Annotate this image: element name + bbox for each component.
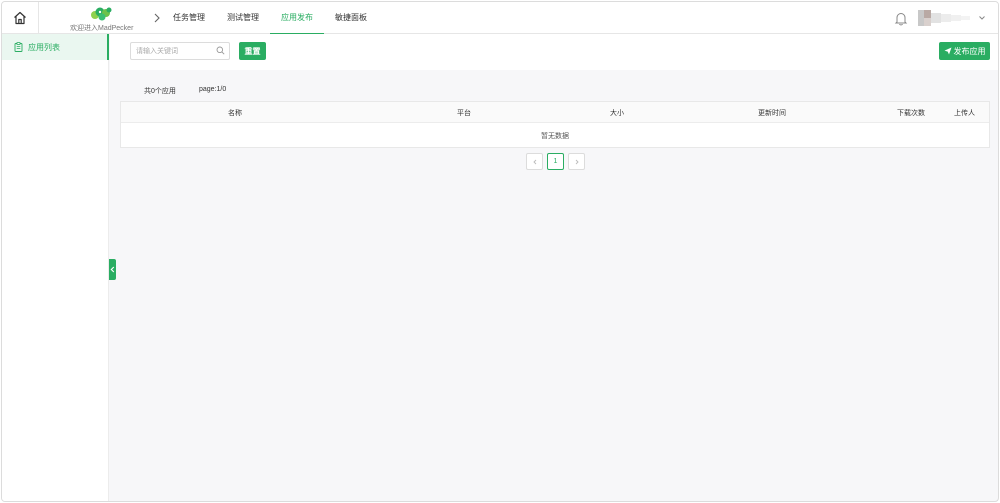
home-icon <box>14 11 26 25</box>
column-platform[interactable]: 平台 <box>457 108 471 118</box>
app-table: 名称 平台 大小 更新时间 下载次数 上传人 暂无数据 <box>120 101 990 148</box>
sidebar: 应用列表 <box>2 34 109 501</box>
nav-task-management[interactable]: 任务管理 <box>162 2 216 34</box>
avatar[interactable] <box>918 10 970 26</box>
nav-app-release[interactable]: 应用发布 <box>270 2 324 34</box>
search-icon[interactable] <box>216 46 225 55</box>
pagination: 1 <box>526 153 585 170</box>
top-header: 欢迎进入MadPecker 任务管理 测试管理 应用发布 敏捷面板 <box>2 2 998 34</box>
main-nav: 任务管理 测试管理 应用发布 敏捷面板 <box>162 2 378 34</box>
chevron-right-icon <box>154 13 160 23</box>
publish-app-label: 发布应用 <box>953 46 986 56</box>
nav-test-management[interactable]: 测试管理 <box>216 2 270 34</box>
table-header: 名称 平台 大小 更新时间 下载次数 上传人 <box>121 102 989 123</box>
prev-page-button[interactable] <box>526 153 543 170</box>
page-indicator: page:1/0 <box>199 86 227 93</box>
app-window: 欢迎进入MadPecker 任务管理 测试管理 应用发布 敏捷面板 应用列表 请… <box>1 1 999 502</box>
list-info: 共0个应用 page:1/0 <box>120 84 320 98</box>
search-input[interactable] <box>131 43 217 59</box>
sidebar-collapse-button[interactable] <box>109 259 116 280</box>
empty-state: 暂无数据 <box>541 133 569 140</box>
chevron-right-icon <box>575 159 579 164</box>
total-count: 共0个应用 <box>144 88 176 95</box>
brand[interactable]: 欢迎进入MadPecker <box>56 6 136 32</box>
madpecker-logo <box>91 7 112 21</box>
chevron-left-icon <box>532 159 536 164</box>
column-download-count[interactable]: 下载次数 <box>897 108 925 118</box>
send-icon <box>944 47 951 55</box>
column-uploader[interactable]: 上传人 <box>954 108 975 118</box>
search-box <box>130 42 230 60</box>
publish-app-button[interactable]: 发布应用 <box>939 42 990 60</box>
sidebar-item-label: 应用列表 <box>28 42 60 52</box>
column-update-time[interactable]: 更新时间 <box>758 108 786 118</box>
welcome-text: 欢迎进入MadPecker <box>70 25 134 32</box>
column-size[interactable]: 大小 <box>610 108 624 118</box>
home-button[interactable] <box>2 2 39 34</box>
nav-agile-board[interactable]: 敏捷面板 <box>324 2 378 34</box>
clipboard-icon <box>14 42 23 52</box>
bell-icon[interactable] <box>894 11 908 26</box>
sidebar-item-app-list[interactable]: 应用列表 <box>2 34 109 60</box>
chevron-left-icon <box>110 266 115 273</box>
page-button-current[interactable]: 1 <box>547 153 564 170</box>
reset-button[interactable]: 重置 <box>239 42 266 60</box>
toolbar: 重置 发布应用 <box>110 34 998 70</box>
column-name[interactable]: 名称 <box>228 108 242 118</box>
chevron-down-icon[interactable] <box>978 14 986 22</box>
next-page-button[interactable] <box>568 153 585 170</box>
